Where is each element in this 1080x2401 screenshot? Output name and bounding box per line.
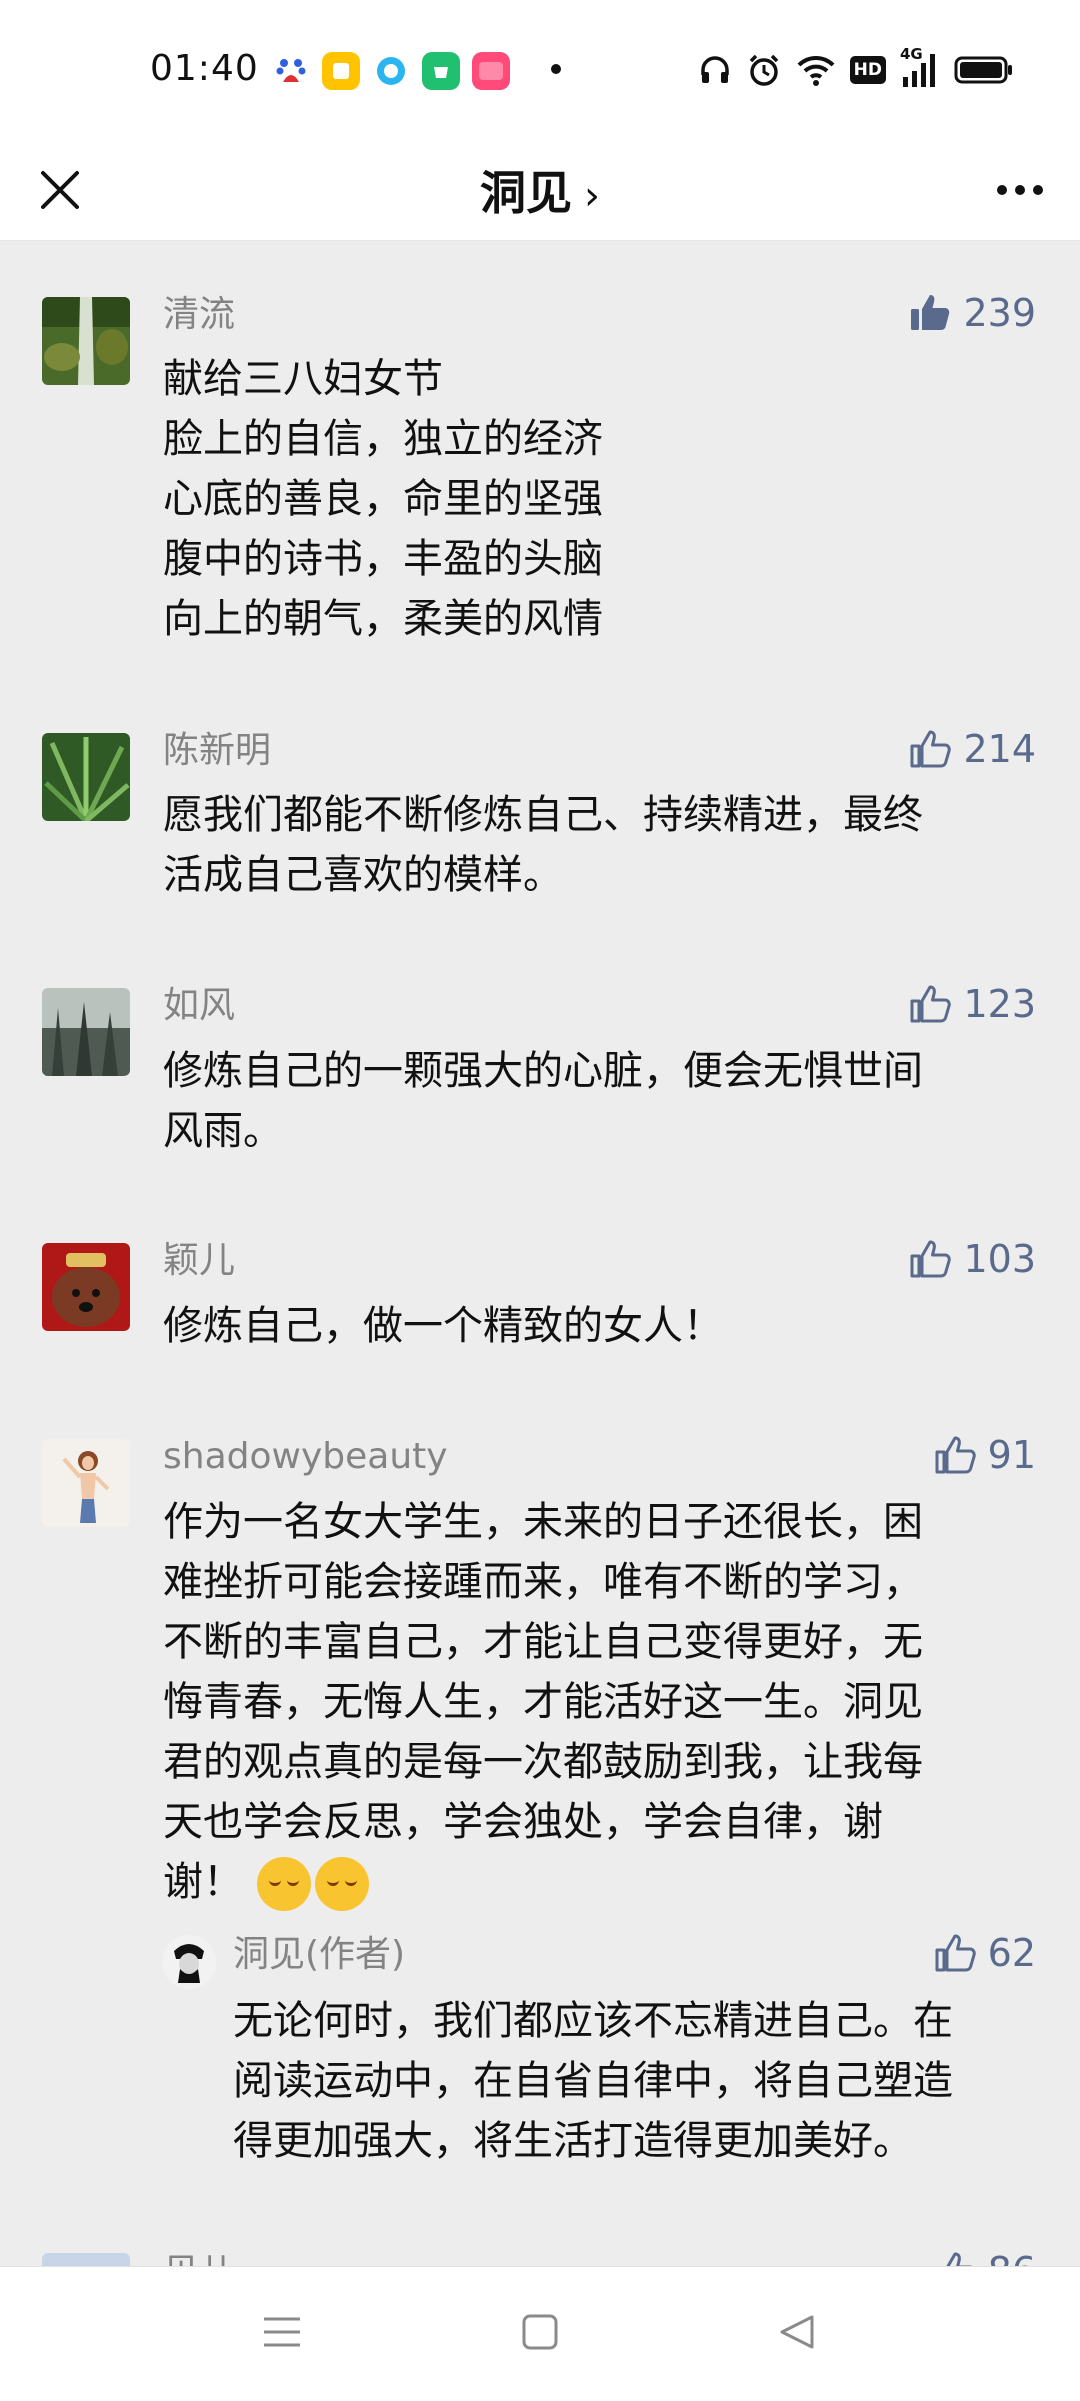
page-title: 洞见 › xyxy=(0,140,1080,240)
avatar[interactable] xyxy=(42,733,130,821)
menu-icon xyxy=(264,2317,300,2347)
thumbs-up-filled-icon xyxy=(911,295,950,330)
commenter-name[interactable]: 颖儿 xyxy=(163,1237,235,1285)
system-nav-bar xyxy=(0,2266,1080,2401)
like-count: 62 xyxy=(987,1931,1036,1975)
baidu-icon xyxy=(272,52,310,90)
like-count: 91 xyxy=(987,1433,1036,1477)
close-icon xyxy=(41,171,79,209)
avatar[interactable] xyxy=(42,297,130,385)
back-icon xyxy=(780,2315,814,2349)
close-button[interactable] xyxy=(30,160,90,220)
more-notifications-dot xyxy=(551,64,561,74)
account-name-link[interactable]: 洞见 › xyxy=(480,157,600,223)
like-button[interactable]: 91 xyxy=(934,1431,1036,1479)
network-type-label: 4G xyxy=(900,45,923,63)
like-button[interactable]: 62 xyxy=(934,1929,1036,1977)
thumbs-up-icon xyxy=(935,1436,976,1474)
system-icons: HD 4G xyxy=(698,46,1014,90)
like-button[interactable]: 239 xyxy=(909,289,1036,337)
comment-text: 愿我们都能不断修炼自己、持续精进，最终 活成自己喜欢的模样。 xyxy=(163,792,923,898)
signal-4g-icon: 4G xyxy=(900,46,940,90)
more-options-button[interactable] xyxy=(984,160,1056,220)
status-time: 01:40 xyxy=(150,48,259,89)
author-avatar[interactable] xyxy=(162,1935,216,1989)
comment-text-body: 作为一名女大学生，未来的日子还很长，困 难挫折可能会接踵而来，唯有不断的学习， … xyxy=(163,1499,923,1905)
notes-icon xyxy=(322,52,360,90)
menu-button[interactable] xyxy=(242,2297,322,2367)
title-bar: 洞见 › xyxy=(0,140,1080,241)
alarm-icon xyxy=(746,50,782,90)
avatar[interactable] xyxy=(42,2253,130,2266)
commenter-name[interactable]: 陈新明 xyxy=(163,727,271,775)
like-button[interactable]: 86 xyxy=(934,2247,1036,2266)
like-button[interactable]: 214 xyxy=(909,725,1036,773)
like-count: 103 xyxy=(963,1237,1036,1281)
like-count: 86 xyxy=(988,2247,1036,2266)
browser-icon xyxy=(372,52,410,90)
comment-text: 作为一名女大学生，未来的日子还很长，困 难挫折可能会接踵而来，唯有不断的学习， … xyxy=(163,1492,1043,1912)
avatar[interactable] xyxy=(42,1439,130,1527)
headphones-icon xyxy=(698,50,732,90)
avatar[interactable] xyxy=(42,988,130,1076)
more-dot-icon xyxy=(1015,185,1025,195)
battery-icon xyxy=(954,50,1014,90)
comment-text: 修炼自己的一颗强大的心脏，便会无惧世间 风雨。 xyxy=(163,1048,923,1154)
blush-emoji-icon xyxy=(315,1857,369,1911)
back-button[interactable] xyxy=(757,2297,837,2367)
like-count: 123 xyxy=(963,982,1036,1026)
thumbs-up-icon xyxy=(910,985,952,1023)
thumbs-up-icon xyxy=(910,1240,952,1278)
commenter-name[interactable]: 如风 xyxy=(163,982,235,1030)
home-icon xyxy=(522,2314,558,2350)
more-dot-icon xyxy=(1033,185,1043,195)
status-bar: 01:40 HD 4G xyxy=(0,0,1080,140)
store-icon xyxy=(422,52,460,90)
reply-text: 无论何时，我们都应该不忘精进自己。在 阅读运动中，在自省自律中，将自己塑造 得更… xyxy=(233,1998,953,2164)
more-dot-icon xyxy=(997,185,1007,195)
author-name[interactable]: 洞见(作者) xyxy=(233,1931,405,1979)
thumbs-up-icon xyxy=(935,1934,976,1972)
wifi-icon xyxy=(796,50,836,90)
comments-list[interactable]: 清流 239 献给三八妇女节 脸上的自信，独立的经济 心底的善良，命里的坚强 腹… xyxy=(0,241,1080,2266)
thumbs-up-icon xyxy=(910,730,952,768)
home-button[interactable] xyxy=(500,2297,580,2367)
like-button[interactable]: 103 xyxy=(909,1235,1036,1283)
commenter-name[interactable]: 清流 xyxy=(163,291,235,339)
chevron-right-icon: › xyxy=(584,173,600,219)
account-name: 洞见 xyxy=(480,166,572,220)
hd-label: HD xyxy=(849,56,886,84)
shopping-icon xyxy=(472,52,510,90)
avatar[interactable] xyxy=(42,1243,130,1331)
comment-text: 修炼自己，做一个精致的女人！ xyxy=(163,1303,723,1349)
hd-icon: HD xyxy=(849,50,886,90)
like-count: 239 xyxy=(963,291,1036,335)
blush-emoji-icon xyxy=(257,1857,311,1911)
commenter-name[interactable]: 贝儿 xyxy=(163,2249,235,2266)
notification-icons xyxy=(272,52,510,90)
thumbs-up-icon xyxy=(946,2252,972,2266)
like-count: 214 xyxy=(963,727,1036,771)
like-button[interactable]: 123 xyxy=(909,980,1036,1028)
comment-text: 献给三八妇女节 脸上的自信，独立的经济 心底的善良，命里的坚强 腹中的诗书，丰盈… xyxy=(163,356,603,642)
commenter-name[interactable]: shadowybeauty xyxy=(163,1433,448,1481)
